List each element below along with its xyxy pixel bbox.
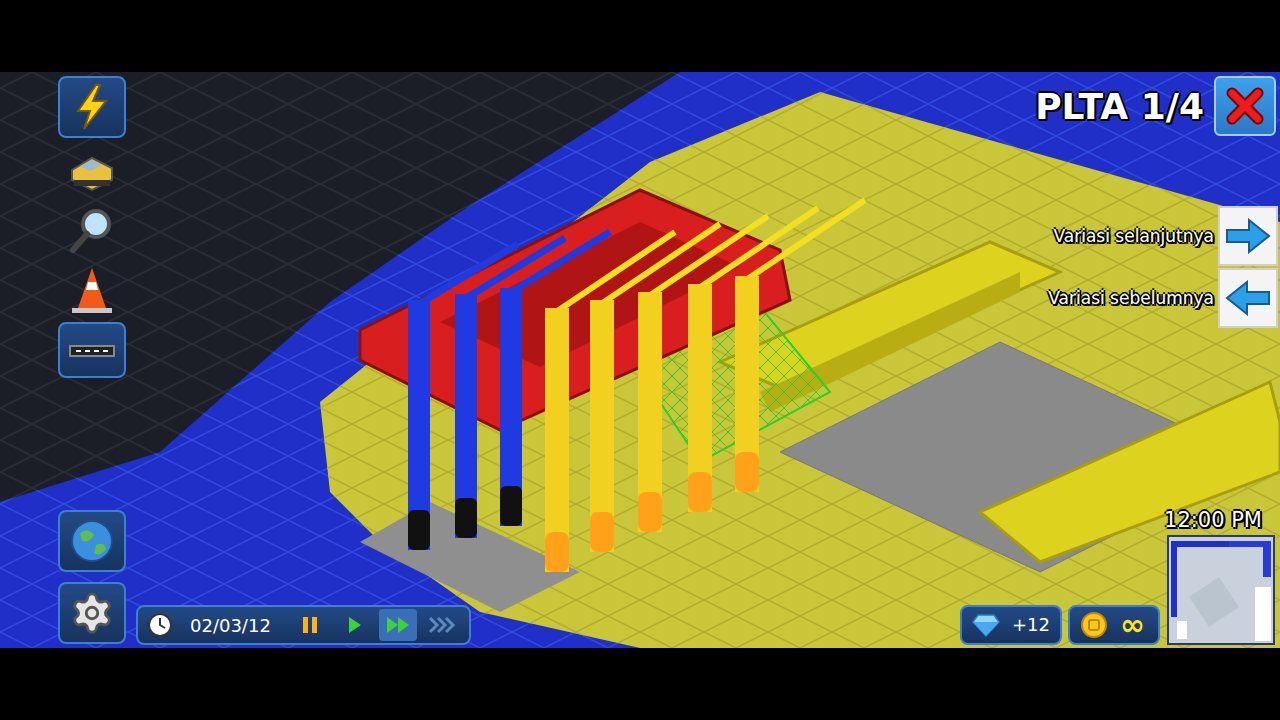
clock-icon (146, 611, 174, 639)
cone-tool-button[interactable] (58, 262, 126, 318)
vehicle-tool-button[interactable] (58, 142, 126, 198)
time-bar: 02/03/12 (136, 605, 471, 645)
minimap-drawing (1169, 537, 1273, 643)
search-tool-button[interactable] (58, 202, 126, 258)
next-variation-button[interactable] (1218, 206, 1278, 266)
globe-icon (66, 515, 118, 567)
variation-row: Variasi sebelumnya (1048, 268, 1278, 328)
play-speed-button[interactable] (335, 609, 373, 641)
bottom-letterbox (0, 648, 1280, 720)
prev-variation-button[interactable] (1218, 268, 1278, 328)
coins-panel[interactable]: ∞ (1068, 605, 1160, 645)
variation-label: Variasi selanjutnya (1054, 226, 1215, 246)
building-header: PLTA 1/4 (1035, 76, 1276, 136)
gem-icon (972, 613, 1000, 637)
game-map[interactable] (0, 72, 1280, 648)
yellow-pillar (688, 208, 818, 512)
fast-speed-button[interactable] (379, 609, 417, 641)
road-tool-button[interactable] (58, 322, 126, 378)
toolbar (58, 76, 128, 644)
pause-speed-button[interactable] (291, 609, 329, 641)
variation-list: Variasi selanjutnya Variasi sebelumnya (1048, 206, 1278, 328)
fast-forward-icon (384, 614, 412, 636)
game-clock: 12:00 PM (1164, 508, 1262, 532)
coin-icon (1080, 611, 1108, 639)
gear-icon (69, 590, 115, 636)
coins-value: ∞ (1120, 610, 1145, 640)
gems-panel[interactable]: +12 (960, 605, 1062, 645)
system-tools (58, 510, 128, 644)
yellow-pillar (545, 232, 675, 572)
road-icon (66, 324, 118, 376)
yellow-pillar (638, 216, 768, 532)
game-area: PLTA 1/4 Variasi selanjutnya Variasi sebel… (0, 72, 1280, 648)
land (320, 92, 1280, 648)
variation-row: Variasi selanjutnya (1048, 206, 1278, 266)
fastest-forward-icon (428, 614, 456, 636)
minimap[interactable] (1167, 535, 1275, 645)
settings-button[interactable] (58, 582, 126, 644)
lightning-icon (66, 81, 118, 133)
close-button[interactable] (1214, 76, 1276, 136)
pause-icon (296, 614, 324, 636)
arrow-right-icon (1225, 218, 1271, 254)
vehicle-icon (66, 144, 118, 196)
globe-button[interactable] (58, 510, 126, 572)
fastest-speed-button[interactable] (423, 609, 461, 641)
power-tool-button[interactable] (58, 76, 126, 138)
yellow-pillar (735, 200, 865, 492)
game-date: 02/03/12 (180, 615, 285, 636)
traffic-cone-icon (66, 264, 118, 316)
resources: +12 ∞ (960, 605, 1160, 645)
variation-label: Variasi sebelumnya (1048, 288, 1214, 308)
game-screen: PLTA 1/4 Variasi selanjutnya Variasi sebel… (0, 0, 1280, 720)
magnifier-icon (66, 204, 118, 256)
play-icon (340, 614, 368, 636)
building-title: PLTA 1/4 (1035, 86, 1204, 127)
water (0, 72, 1280, 648)
empty-ground (0, 72, 1280, 648)
build-tools (58, 76, 128, 378)
yellow-pillar (590, 224, 720, 552)
close-icon (1226, 87, 1264, 125)
gems-value: +12 (1012, 616, 1050, 634)
arrow-left-icon (1225, 280, 1271, 316)
top-letterbox (0, 0, 1280, 72)
